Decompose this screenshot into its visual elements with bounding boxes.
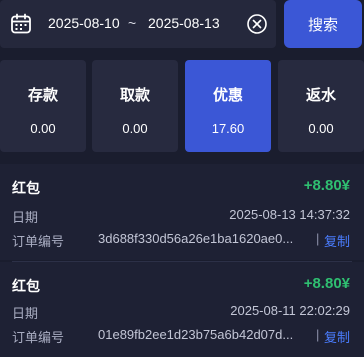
start-date[interactable]: 2025-08-10	[48, 15, 120, 31]
date-label: 日期	[12, 306, 39, 321]
tab-value: 17.60	[211, 121, 245, 136]
transaction-history-page: 2025-08-10 ~ 2025-08-13 搜索 存款 0.00 取款 0.…	[0, 0, 364, 357]
order-label: 订单编号	[12, 330, 65, 345]
calendar-icon	[11, 13, 31, 34]
record-date: 2025-08-11 22:02:29	[230, 303, 350, 318]
separator: |	[316, 231, 320, 246]
order-label: 订单编号	[12, 234, 65, 249]
tab-label: 优惠	[212, 87, 243, 104]
tab-deposit[interactable]: 存款 0.00	[0, 60, 86, 152]
tab-value: 0.00	[308, 121, 334, 136]
record-title: 红包	[12, 180, 40, 196]
close-circle-icon[interactable]	[246, 13, 268, 35]
order-number: 01e89fb2ee1d23b75a6b42d07d...	[98, 327, 294, 342]
list-item: 红包 +8.80¥ 日期 2025-08-11 22:02:29 订单编号 01…	[0, 262, 364, 357]
copy-button[interactable]: 复制	[324, 231, 350, 250]
date-label: 日期	[12, 210, 39, 225]
copy-button[interactable]: 复制	[324, 327, 350, 346]
tab-label: 返水	[305, 87, 336, 104]
tab-label: 取款	[119, 87, 150, 104]
separator: |	[316, 327, 320, 342]
order-number: 3d688f330d56a26e1ba1620ae0...	[98, 231, 294, 246]
search-bar: 2025-08-10 ~ 2025-08-13 搜索	[0, 0, 364, 48]
tab-withdrawal[interactable]: 取款 0.00	[92, 60, 178, 152]
date-separator: ~	[128, 15, 137, 31]
end-date[interactable]: 2025-08-13	[148, 15, 220, 31]
tab-rebate[interactable]: 返水 0.00	[278, 60, 364, 152]
tab-value: 0.00	[122, 121, 148, 136]
list-item: 红包 +8.80¥ 日期 2025-08-13 14:37:32 订单编号 3d…	[0, 164, 364, 260]
record-date: 2025-08-13 14:37:32	[229, 207, 350, 222]
record-title: 红包	[12, 278, 40, 294]
tab-promotion[interactable]: 优惠 17.60	[185, 60, 271, 152]
tab-value: 0.00	[30, 121, 56, 136]
date-range-picker[interactable]: 2025-08-10 ~ 2025-08-13	[0, 0, 276, 48]
tab-label: 存款	[27, 87, 58, 104]
search-button[interactable]: 搜索	[284, 0, 362, 48]
record-amount: +8.80¥	[303, 275, 350, 292]
record-amount: +8.80¥	[303, 177, 350, 194]
